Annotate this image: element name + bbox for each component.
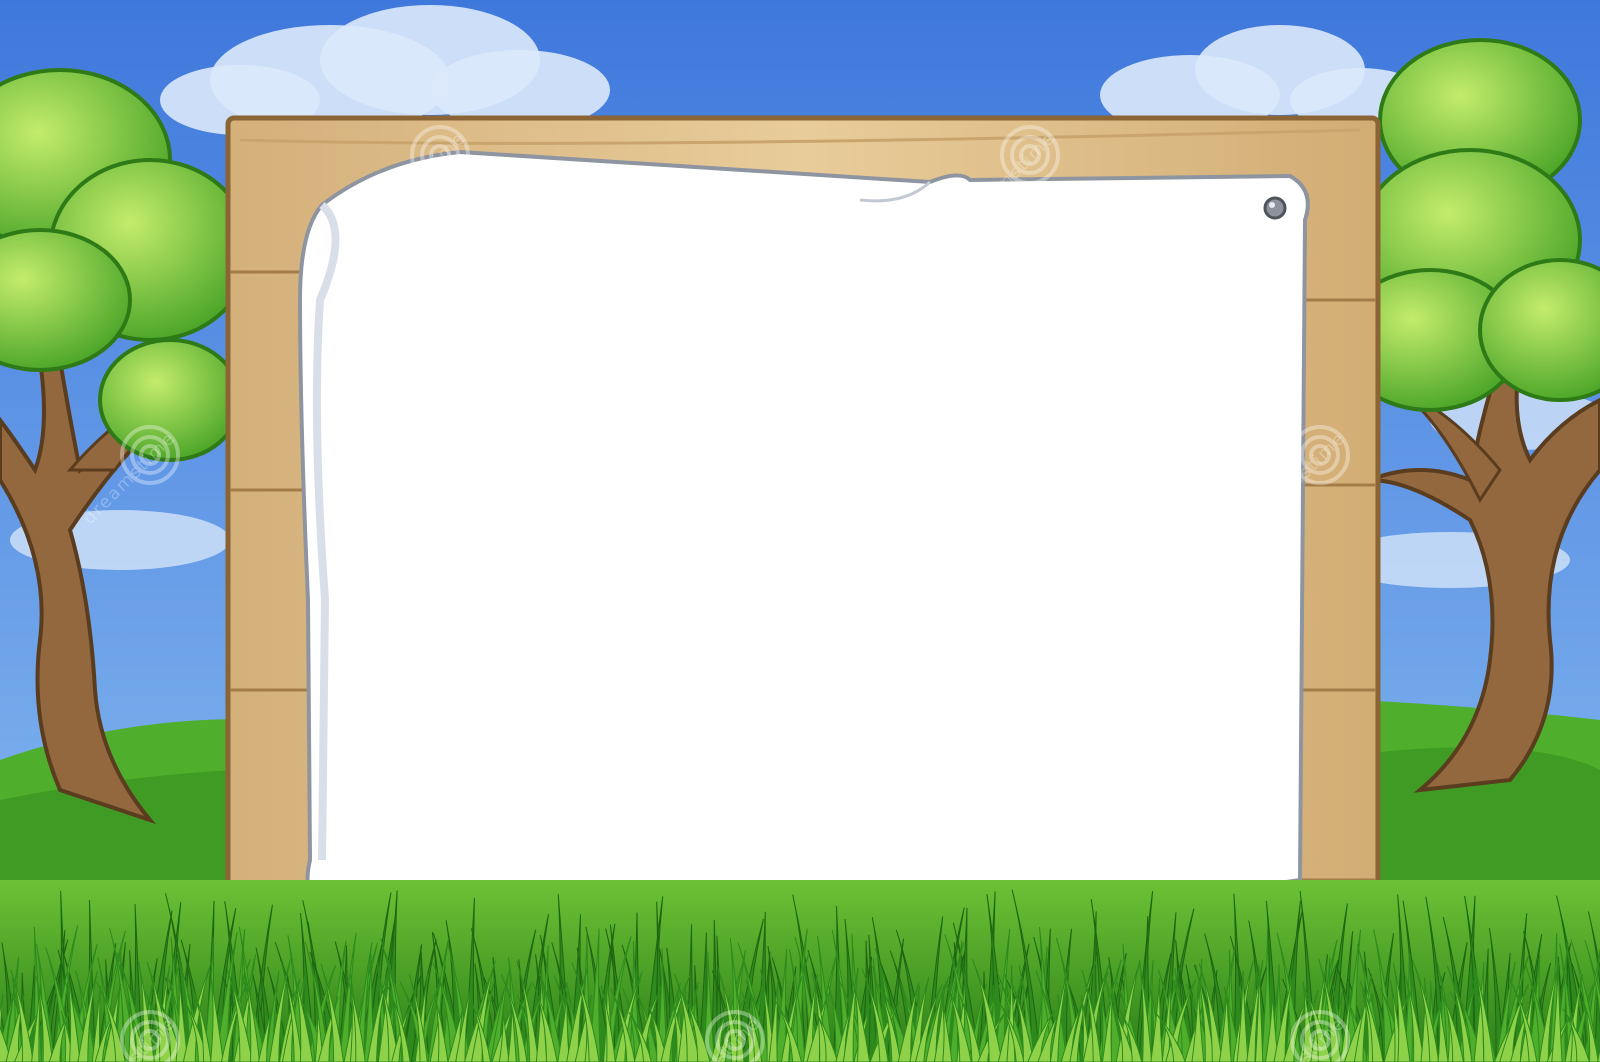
pushpin-icon bbox=[1263, 196, 1287, 220]
grass bbox=[0, 880, 1600, 1062]
cartoon-landscape-scene: dreamstime dreamstime dreamstime dreamstime… bbox=[0, 0, 1600, 1062]
blank-paper-icon bbox=[297, 149, 1310, 944]
scene-svg: dreamstime dreamstimedreamstime dreamstime… bbox=[0, 0, 1600, 1062]
